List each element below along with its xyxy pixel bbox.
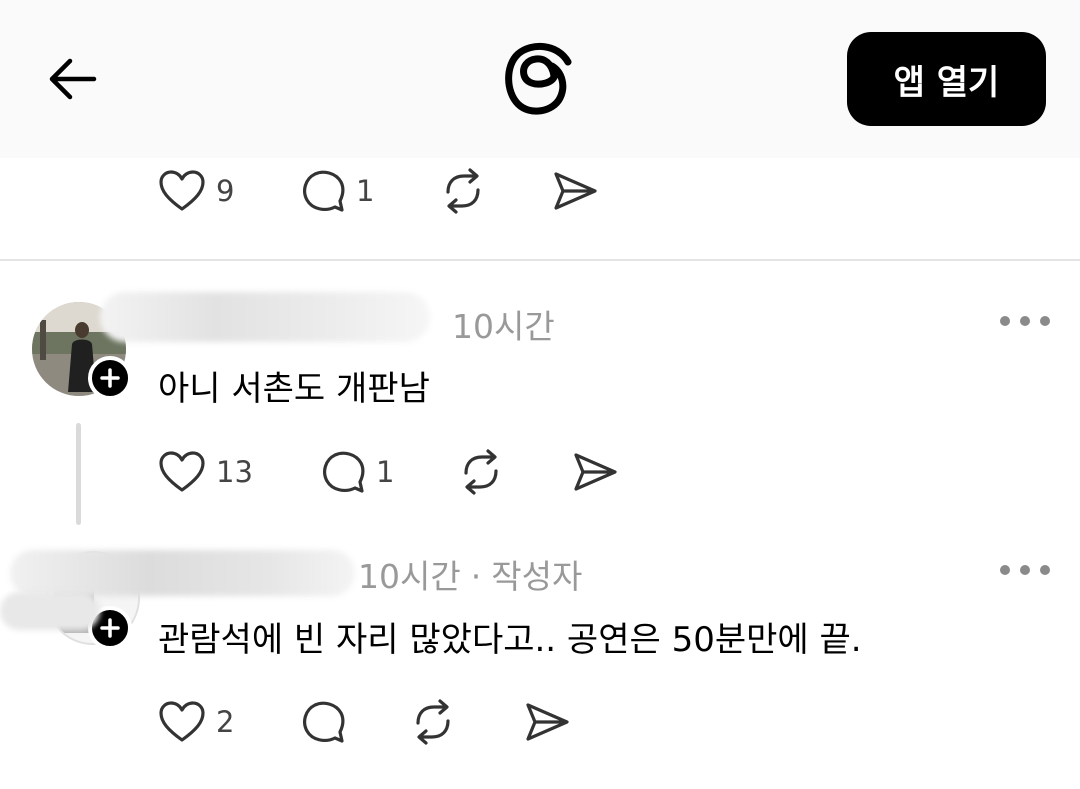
- post-text: 아니 서촌도 개판남: [158, 369, 430, 409]
- like-count: 2: [216, 704, 235, 739]
- repost-button[interactable]: [410, 692, 456, 752]
- comment-icon: [303, 701, 345, 743]
- thread-connector: [76, 423, 81, 525]
- comment-icon: [303, 170, 345, 212]
- repost-button[interactable]: [440, 161, 486, 221]
- like-button[interactable]: 9: [158, 161, 234, 221]
- threads-logo-icon[interactable]: [500, 36, 580, 122]
- reply-button[interactable]: [300, 692, 346, 752]
- share-button[interactable]: [552, 161, 598, 221]
- open-app-button[interactable]: 앱 열기: [847, 32, 1046, 126]
- follow-button[interactable]: [88, 356, 132, 400]
- meta-separator: ·: [470, 557, 482, 596]
- send-icon: [554, 172, 597, 210]
- author-tag: 작성자: [491, 557, 583, 596]
- repost-icon: [464, 449, 498, 495]
- avatar-redacted: [0, 592, 100, 630]
- post-actions: 13 1: [158, 442, 628, 502]
- plus-icon: [100, 368, 120, 388]
- post-meta: 10시간 · 작성자: [358, 550, 582, 598]
- like-count: 9: [216, 173, 235, 208]
- post-time: 10시간: [452, 307, 555, 346]
- post-actions: 9 1: [158, 161, 618, 221]
- comment-icon: [323, 451, 365, 493]
- arrow-left-icon: [49, 58, 97, 100]
- reply-count: 1: [376, 454, 395, 489]
- like-button[interactable]: 13: [158, 442, 253, 502]
- share-button[interactable]: [572, 442, 618, 502]
- heart-icon: [159, 451, 205, 492]
- more-dots-icon: [1000, 565, 1010, 575]
- more-options-button[interactable]: [1000, 560, 1050, 580]
- repost-icon: [446, 168, 480, 214]
- like-button[interactable]: 2: [158, 692, 234, 752]
- divider: [0, 259, 1080, 261]
- post-text: 관람석에 빈 자리 많았다고.. 공연은 50분만에 끝.: [158, 620, 862, 660]
- username-redacted[interactable]: [100, 292, 430, 342]
- send-icon: [526, 703, 569, 741]
- reply-count: 1: [356, 173, 375, 208]
- reply-button[interactable]: 1: [300, 161, 374, 221]
- repost-icon: [416, 699, 450, 745]
- heart-icon: [159, 701, 205, 742]
- heart-icon: [159, 170, 205, 211]
- share-button[interactable]: [524, 692, 570, 752]
- reply-button[interactable]: 1: [320, 442, 394, 502]
- like-count: 13: [216, 454, 253, 489]
- top-bar: 앱 열기: [0, 0, 1080, 158]
- plus-icon: [100, 618, 120, 638]
- repost-button[interactable]: [458, 442, 504, 502]
- back-button[interactable]: [44, 52, 102, 106]
- username-redacted[interactable]: [10, 550, 355, 596]
- post-time: 10시간: [358, 557, 461, 596]
- post-actions: 2: [158, 692, 578, 752]
- more-options-button[interactable]: [1000, 311, 1050, 331]
- send-icon: [574, 453, 617, 491]
- more-dots-icon: [1000, 316, 1010, 326]
